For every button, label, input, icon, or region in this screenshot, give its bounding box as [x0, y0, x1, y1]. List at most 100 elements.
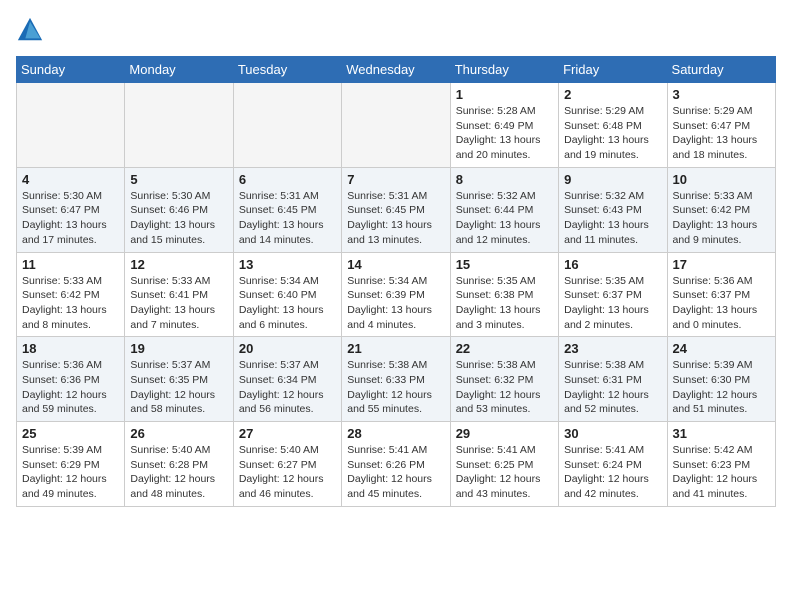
calendar-cell: 16 Sunrise: 5:35 AM Sunset: 6:37 PM Dayli…: [559, 252, 667, 337]
day-number: 30: [564, 426, 661, 441]
day-info: Sunrise: 5:30 AM Sunset: 6:46 PM Dayligh…: [130, 189, 227, 248]
day-info: Sunrise: 5:29 AM Sunset: 6:48 PM Dayligh…: [564, 104, 661, 163]
day-info: Sunrise: 5:41 AM Sunset: 6:24 PM Dayligh…: [564, 443, 661, 502]
day-info: Sunrise: 5:41 AM Sunset: 6:25 PM Dayligh…: [456, 443, 553, 502]
day-number: 1: [456, 87, 553, 102]
day-info: Sunrise: 5:34 AM Sunset: 6:40 PM Dayligh…: [239, 274, 336, 333]
calendar-week-row: 25 Sunrise: 5:39 AM Sunset: 6:29 PM Dayli…: [17, 422, 776, 507]
weekday-header: Monday: [125, 57, 233, 83]
day-number: 3: [673, 87, 770, 102]
day-info: Sunrise: 5:29 AM Sunset: 6:47 PM Dayligh…: [673, 104, 770, 163]
calendar-week-row: 4 Sunrise: 5:30 AM Sunset: 6:47 PM Daylig…: [17, 167, 776, 252]
calendar-cell: [17, 83, 125, 168]
day-info: Sunrise: 5:33 AM Sunset: 6:42 PM Dayligh…: [22, 274, 119, 333]
calendar-cell: 25 Sunrise: 5:39 AM Sunset: 6:29 PM Dayli…: [17, 422, 125, 507]
calendar-cell: 2 Sunrise: 5:29 AM Sunset: 6:48 PM Daylig…: [559, 83, 667, 168]
calendar-cell: 27 Sunrise: 5:40 AM Sunset: 6:27 PM Dayli…: [233, 422, 341, 507]
day-number: 28: [347, 426, 444, 441]
calendar-week-row: 11 Sunrise: 5:33 AM Sunset: 6:42 PM Dayli…: [17, 252, 776, 337]
day-number: 26: [130, 426, 227, 441]
logo: [16, 16, 48, 44]
day-number: 19: [130, 341, 227, 356]
day-number: 17: [673, 257, 770, 272]
calendar-cell: 22 Sunrise: 5:38 AM Sunset: 6:32 PM Dayli…: [450, 337, 558, 422]
calendar-cell: 7 Sunrise: 5:31 AM Sunset: 6:45 PM Daylig…: [342, 167, 450, 252]
calendar-cell: 19 Sunrise: 5:37 AM Sunset: 6:35 PM Dayli…: [125, 337, 233, 422]
day-number: 13: [239, 257, 336, 272]
day-info: Sunrise: 5:36 AM Sunset: 6:37 PM Dayligh…: [673, 274, 770, 333]
calendar-cell: 14Sunrise: 5:34 AM Sunset: 6:39 PM Dayli…: [342, 252, 450, 337]
weekday-header: Sunday: [17, 57, 125, 83]
calendar-cell: 11 Sunrise: 5:33 AM Sunset: 6:42 PM Dayli…: [17, 252, 125, 337]
calendar-cell: 28 Sunrise: 5:41 AM Sunset: 6:26 PM Dayli…: [342, 422, 450, 507]
day-number: 16: [564, 257, 661, 272]
day-info: Sunrise: 5:37 AM Sunset: 6:34 PM Dayligh…: [239, 358, 336, 417]
calendar-cell: 31 Sunrise: 5:42 AM Sunset: 6:23 PM Dayli…: [667, 422, 775, 507]
weekday-header: Thursday: [450, 57, 558, 83]
calendar-cell: 17 Sunrise: 5:36 AM Sunset: 6:37 PM Dayli…: [667, 252, 775, 337]
calendar-table: SundayMondayTuesdayWednesdayThursdayFrid…: [16, 56, 776, 507]
day-number: 9: [564, 172, 661, 187]
logo-icon: [16, 16, 44, 44]
calendar-cell: 5 Sunrise: 5:30 AM Sunset: 6:46 PM Daylig…: [125, 167, 233, 252]
day-info: Sunrise: 5:30 AM Sunset: 6:47 PM Dayligh…: [22, 189, 119, 248]
calendar-cell: 13 Sunrise: 5:34 AM Sunset: 6:40 PM Dayli…: [233, 252, 341, 337]
calendar-cell: [342, 83, 450, 168]
calendar-cell: 29 Sunrise: 5:41 AM Sunset: 6:25 PM Dayli…: [450, 422, 558, 507]
day-number: 10: [673, 172, 770, 187]
day-number: 12: [130, 257, 227, 272]
calendar-cell: 30 Sunrise: 5:41 AM Sunset: 6:24 PM Dayli…: [559, 422, 667, 507]
weekday-header: Saturday: [667, 57, 775, 83]
day-number: 24: [673, 341, 770, 356]
calendar-cell: 26 Sunrise: 5:40 AM Sunset: 6:28 PM Dayli…: [125, 422, 233, 507]
calendar-cell: 15 Sunrise: 5:35 AM Sunset: 6:38 PM Dayli…: [450, 252, 558, 337]
calendar-cell: 10Sunrise: 5:33 AM Sunset: 6:42 PM Dayli…: [667, 167, 775, 252]
day-number: 22: [456, 341, 553, 356]
day-info: Sunrise: 5:31 AM Sunset: 6:45 PM Dayligh…: [347, 189, 444, 248]
day-number: 11: [22, 257, 119, 272]
calendar-cell: 21Sunrise: 5:38 AM Sunset: 6:33 PM Dayli…: [342, 337, 450, 422]
day-info: Sunrise: 5:40 AM Sunset: 6:27 PM Dayligh…: [239, 443, 336, 502]
calendar-cell: 9 Sunrise: 5:32 AM Sunset: 6:43 PM Daylig…: [559, 167, 667, 252]
calendar-cell: 1Sunrise: 5:28 AM Sunset: 6:49 PM Daylig…: [450, 83, 558, 168]
day-info: Sunrise: 5:32 AM Sunset: 6:44 PM Dayligh…: [456, 189, 553, 248]
calendar-cell: 24Sunrise: 5:39 AM Sunset: 6:30 PM Dayli…: [667, 337, 775, 422]
calendar-cell: [233, 83, 341, 168]
day-number: 7: [347, 172, 444, 187]
day-number: 5: [130, 172, 227, 187]
weekday-header: Wednesday: [342, 57, 450, 83]
day-info: Sunrise: 5:38 AM Sunset: 6:32 PM Dayligh…: [456, 358, 553, 417]
day-info: Sunrise: 5:34 AM Sunset: 6:39 PM Dayligh…: [347, 274, 444, 333]
calendar-week-row: 1Sunrise: 5:28 AM Sunset: 6:49 PM Daylig…: [17, 83, 776, 168]
day-number: 25: [22, 426, 119, 441]
day-info: Sunrise: 5:38 AM Sunset: 6:33 PM Dayligh…: [347, 358, 444, 417]
day-number: 29: [456, 426, 553, 441]
day-info: Sunrise: 5:31 AM Sunset: 6:45 PM Dayligh…: [239, 189, 336, 248]
calendar-cell: 20 Sunrise: 5:37 AM Sunset: 6:34 PM Dayli…: [233, 337, 341, 422]
day-info: Sunrise: 5:40 AM Sunset: 6:28 PM Dayligh…: [130, 443, 227, 502]
calendar-header-row: SundayMondayTuesdayWednesdayThursdayFrid…: [17, 57, 776, 83]
day-number: 31: [673, 426, 770, 441]
day-info: Sunrise: 5:33 AM Sunset: 6:41 PM Dayligh…: [130, 274, 227, 333]
day-number: 20: [239, 341, 336, 356]
day-info: Sunrise: 5:37 AM Sunset: 6:35 PM Dayligh…: [130, 358, 227, 417]
day-info: Sunrise: 5:42 AM Sunset: 6:23 PM Dayligh…: [673, 443, 770, 502]
day-info: Sunrise: 5:39 AM Sunset: 6:29 PM Dayligh…: [22, 443, 119, 502]
day-info: Sunrise: 5:36 AM Sunset: 6:36 PM Dayligh…: [22, 358, 119, 417]
day-info: Sunrise: 5:35 AM Sunset: 6:38 PM Dayligh…: [456, 274, 553, 333]
calendar-cell: 4 Sunrise: 5:30 AM Sunset: 6:47 PM Daylig…: [17, 167, 125, 252]
weekday-header: Friday: [559, 57, 667, 83]
day-info: Sunrise: 5:32 AM Sunset: 6:43 PM Dayligh…: [564, 189, 661, 248]
day-number: 18: [22, 341, 119, 356]
day-number: 2: [564, 87, 661, 102]
page-header: [16, 16, 776, 44]
day-number: 8: [456, 172, 553, 187]
day-number: 27: [239, 426, 336, 441]
day-number: 4: [22, 172, 119, 187]
day-number: 15: [456, 257, 553, 272]
day-info: Sunrise: 5:35 AM Sunset: 6:37 PM Dayligh…: [564, 274, 661, 333]
calendar-cell: 3 Sunrise: 5:29 AM Sunset: 6:47 PM Daylig…: [667, 83, 775, 168]
day-info: Sunrise: 5:41 AM Sunset: 6:26 PM Dayligh…: [347, 443, 444, 502]
weekday-header: Tuesday: [233, 57, 341, 83]
calendar-cell: 23Sunrise: 5:38 AM Sunset: 6:31 PM Dayli…: [559, 337, 667, 422]
